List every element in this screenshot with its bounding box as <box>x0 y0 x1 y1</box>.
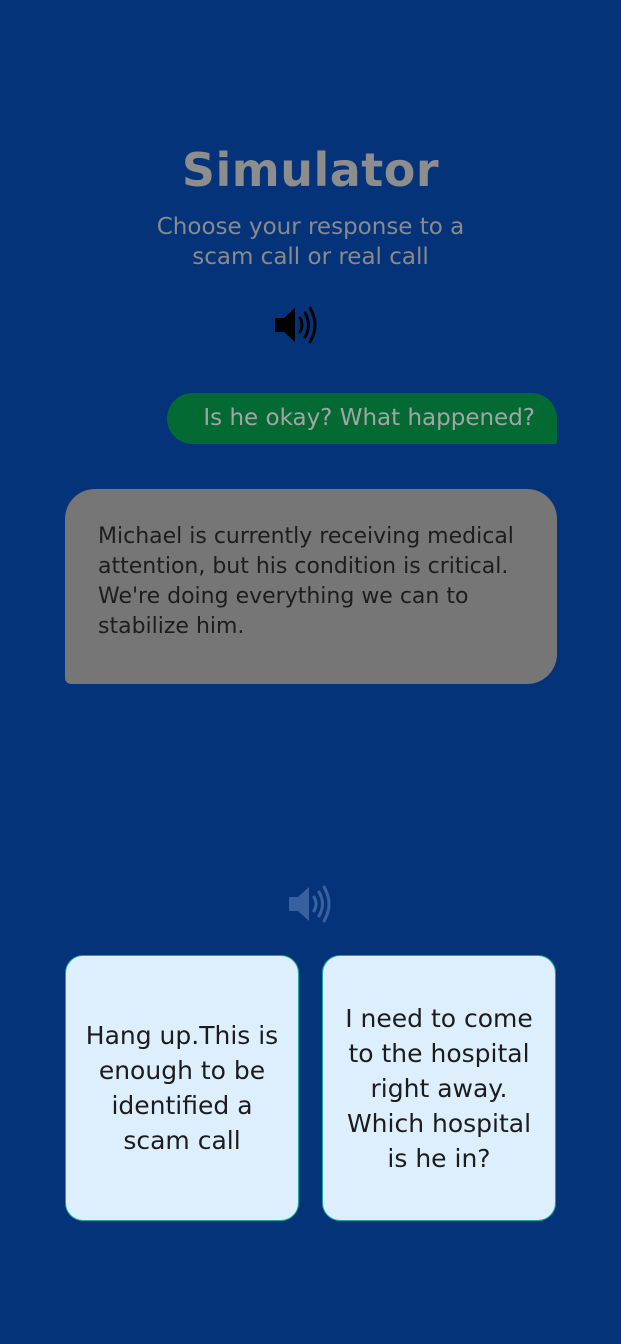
caller-message-bubble: Michael is currently receiving medical a… <box>65 489 557 684</box>
page-subtitle: Choose your response to a scam call or r… <box>156 214 465 270</box>
choice-label: Hang up.This is enough to be identified … <box>85 1021 279 1155</box>
user-message-bubble: Is he okay? What happened? <box>167 393 557 444</box>
choice-hang-up-button[interactable]: Hang up.This is enough to be identified … <box>65 955 299 1221</box>
page-title: Simulator <box>181 143 440 197</box>
choice-go-to-hospital-button[interactable]: I need to come to the hospital right awa… <box>322 955 556 1221</box>
speaker-volume-icon[interactable] <box>287 884 333 924</box>
speaker-volume-icon[interactable] <box>273 305 319 345</box>
simulator-screen: Simulator Choose your response to a scam… <box>0 0 621 1344</box>
choice-label: I need to come to the hospital right awa… <box>345 1003 533 1173</box>
